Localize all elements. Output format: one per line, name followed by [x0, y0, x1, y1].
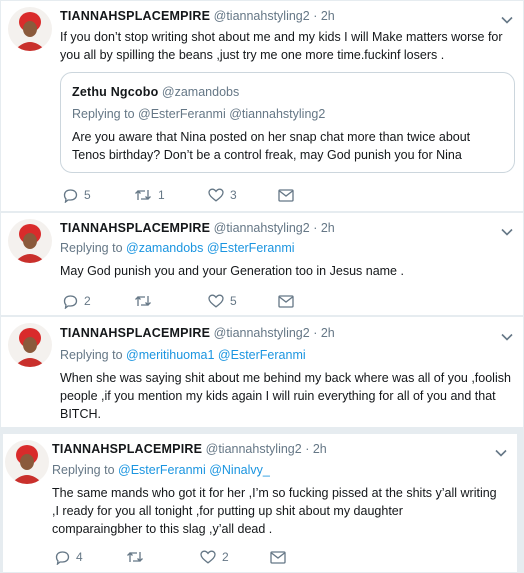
avatar[interactable]	[8, 219, 52, 263]
avatar-image	[8, 219, 52, 263]
direct-message-button[interactable]	[278, 186, 294, 204]
chevron-down-icon[interactable]	[500, 330, 514, 344]
author-name[interactable]: TIANNAHSPLACEMPIRE	[60, 326, 210, 340]
author-handle[interactable]: @tiannahstyling2	[214, 326, 310, 340]
retweet-icon	[135, 190, 151, 200]
author-name[interactable]: TIANNAHSPLACEMPIRE	[60, 9, 210, 23]
avatar-image	[8, 7, 52, 51]
envelope-icon	[278, 294, 294, 308]
retweet-icon	[135, 296, 151, 306]
quoted-text-line: Tenos birthday? Don’t be a control freak…	[72, 148, 462, 162]
replying-handles[interactable]: @zamandobs @EsterFeranmi	[126, 241, 295, 255]
replying-prefix: Replying to	[72, 107, 135, 121]
quoted-tweet-text: Are you aware that Nina posted on her sn…	[72, 128, 502, 164]
replying-prefix: Replying to	[52, 463, 115, 477]
timestamp[interactable]: · 2h	[313, 326, 335, 340]
replying-to: Replying to @zamandobs @EsterFeranmi	[60, 241, 295, 255]
reply-count: 5	[84, 188, 91, 202]
replying-handles: @EsterFeranmi @tiannahstyling2	[138, 107, 326, 121]
direct-message-button[interactable]	[270, 548, 286, 566]
like-count: 2	[222, 550, 229, 564]
replying-prefix: Replying to	[60, 348, 123, 362]
timestamp[interactable]: · 2h	[313, 9, 335, 23]
tweet-text-line: When she was saying shit about me behind…	[60, 371, 511, 385]
retweet-button[interactable]	[126, 548, 150, 566]
chevron-down-icon[interactable]	[500, 13, 514, 27]
reply-button[interactable]: 4	[55, 548, 83, 566]
timestamp[interactable]: · 2h	[305, 442, 327, 456]
author-handle[interactable]: @tiannahstyling2	[214, 9, 310, 23]
quoted-text-line: Are you aware that Nina posted on her sn…	[72, 130, 471, 144]
tweet-text-line: BITCH.	[60, 407, 101, 421]
tweet-4[interactable]: TIANNAHSPLACEMPIRE @tiannahstyling2 · 2h…	[2, 433, 518, 573]
author-handle[interactable]: @tiannahstyling2	[214, 221, 310, 235]
tweet-text-line: May God punish you and your Generation t…	[60, 264, 404, 278]
direct-message-button[interactable]	[278, 292, 294, 310]
quoted-tweet[interactable]: Zethu Ngcobo @zamandobs Replying to @Est…	[60, 72, 515, 173]
reply-icon	[63, 188, 78, 203]
tweet-actions: 2 5	[63, 292, 363, 310]
quoted-replying-to: Replying to @EsterFeranmi @tiannahstylin…	[72, 107, 325, 121]
tweet-text-line: ,I ready for you all tonight ,for puttin…	[52, 504, 403, 518]
avatar-image	[8, 323, 52, 367]
retweet-button[interactable]	[134, 292, 158, 310]
retweet-count: 1	[158, 188, 165, 202]
avatar-image	[5, 440, 49, 484]
tweet-text: The same mands who got it for her ,I’m s…	[52, 484, 516, 538]
like-button[interactable]: 5	[208, 292, 237, 310]
like-button[interactable]: 2	[200, 548, 229, 566]
reply-count: 4	[76, 550, 83, 564]
replying-prefix: Replying to	[60, 241, 123, 255]
like-count: 5	[230, 294, 237, 308]
retweet-icon	[127, 552, 143, 562]
tweet-actions: 5 1 3	[63, 186, 363, 204]
tweet-text-line: you all by spilling the beans ,just try …	[60, 48, 445, 62]
quoted-author-handle: @zamandobs	[161, 85, 240, 99]
heart-icon	[208, 188, 224, 202]
author-name[interactable]: TIANNAHSPLACEMPIRE	[52, 442, 202, 456]
replying-handles[interactable]: @meritihuoma1 @EsterFeranmi	[126, 348, 306, 362]
tweet-1[interactable]: TIANNAHSPLACEMPIRE @tiannahstyling2 · 2h…	[0, 0, 524, 212]
like-button[interactable]: 3	[208, 186, 237, 204]
tweet-text: May God punish you and your Generation t…	[60, 262, 520, 280]
tweet-text-line: The same mands who got it for her ,I’m s…	[52, 486, 497, 500]
envelope-icon	[270, 550, 286, 564]
tweet-text-line: people ,if you mention my kids again I w…	[60, 389, 496, 403]
avatar[interactable]	[5, 440, 49, 484]
reply-icon	[63, 294, 78, 309]
tweet-3[interactable]: TIANNAHSPLACEMPIRE @tiannahstyling2 · 2h…	[0, 316, 524, 428]
chevron-down-icon[interactable]	[494, 446, 508, 460]
replying-handles[interactable]: @EsterFeranmi @Ninalvy_	[118, 463, 270, 477]
heart-icon	[208, 294, 224, 308]
like-count: 3	[230, 188, 237, 202]
tweet-text-line: comparaingbher to this slag ,y’all dead …	[52, 522, 273, 536]
tweet-2[interactable]: TIANNAHSPLACEMPIRE @tiannahstyling2 · 2h…	[0, 212, 524, 316]
heart-icon	[200, 550, 216, 564]
reply-icon	[55, 550, 70, 565]
reply-button[interactable]: 5	[63, 186, 91, 204]
author-name[interactable]: TIANNAHSPLACEMPIRE	[60, 221, 210, 235]
reply-count: 2	[84, 294, 91, 308]
tweet-text-line: If you don’t stop writing shot about me …	[60, 30, 503, 44]
retweet-button[interactable]: 1	[134, 186, 165, 204]
author-handle[interactable]: @tiannahstyling2	[206, 442, 302, 456]
replying-to: Replying to @EsterFeranmi @Ninalvy_	[52, 463, 270, 477]
replying-to: Replying to @meritihuoma1 @EsterFeranmi	[60, 348, 306, 362]
quoted-author-name: Zethu Ngcobo	[72, 85, 159, 99]
avatar[interactable]	[8, 7, 52, 51]
chevron-down-icon[interactable]	[500, 225, 514, 239]
reply-button[interactable]: 2	[63, 292, 91, 310]
tweet-text: When she was saying shit about me behind…	[60, 369, 522, 423]
timestamp[interactable]: · 2h	[313, 221, 335, 235]
tweet-actions: 4 2	[55, 548, 355, 566]
envelope-icon	[278, 188, 294, 202]
tweet-text: If you don’t stop writing shot about me …	[60, 28, 520, 64]
avatar[interactable]	[8, 323, 52, 367]
